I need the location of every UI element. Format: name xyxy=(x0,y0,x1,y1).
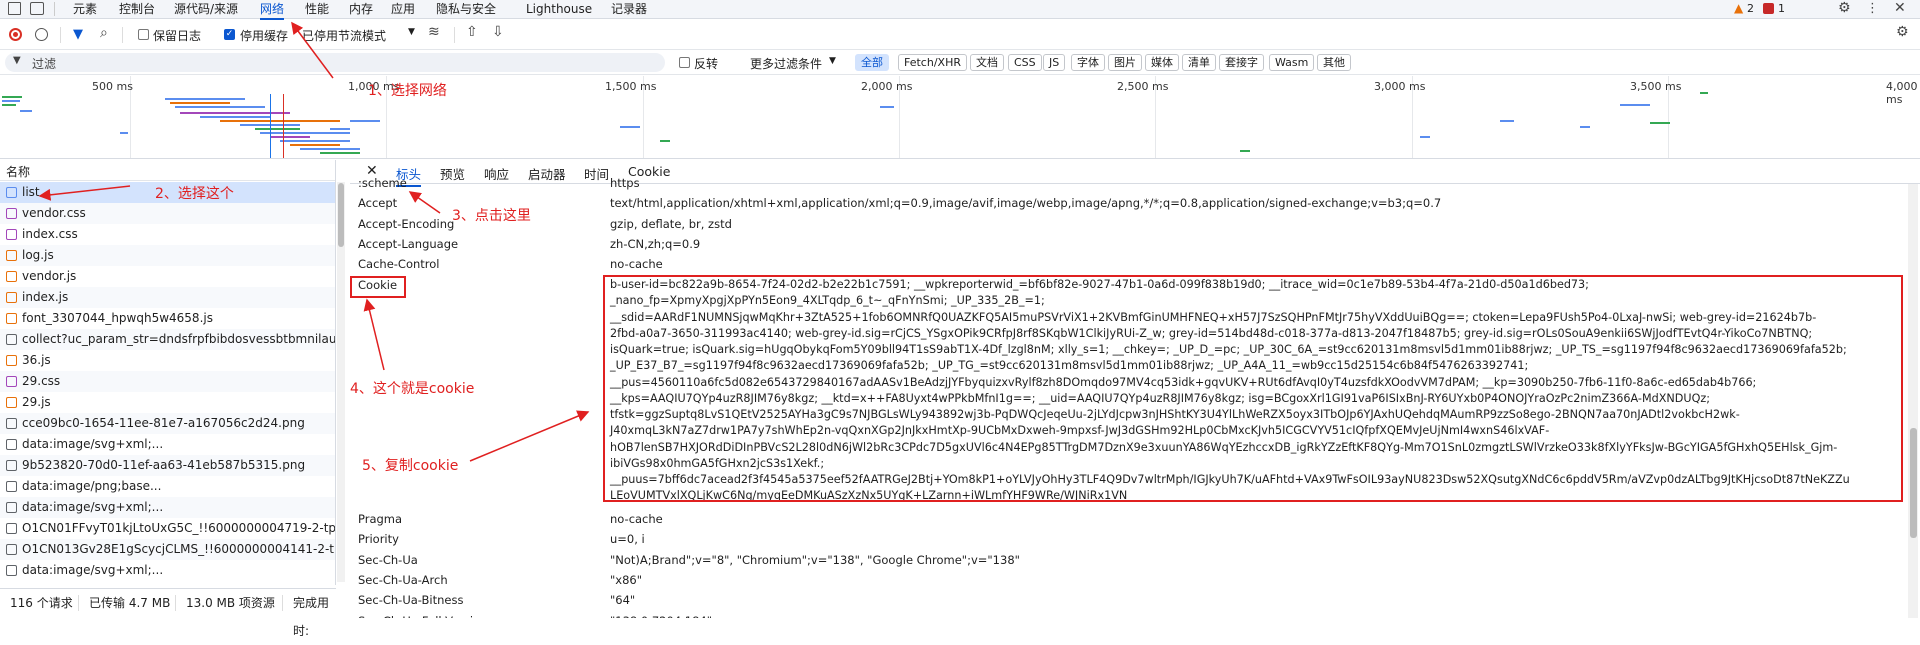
arrow-2 xyxy=(38,185,131,201)
arrow-1 xyxy=(291,21,334,79)
arrow-3 xyxy=(408,191,441,214)
annotation-arrows xyxy=(38,21,590,462)
arrow-4 xyxy=(363,298,385,371)
arrow-5 xyxy=(469,410,590,462)
